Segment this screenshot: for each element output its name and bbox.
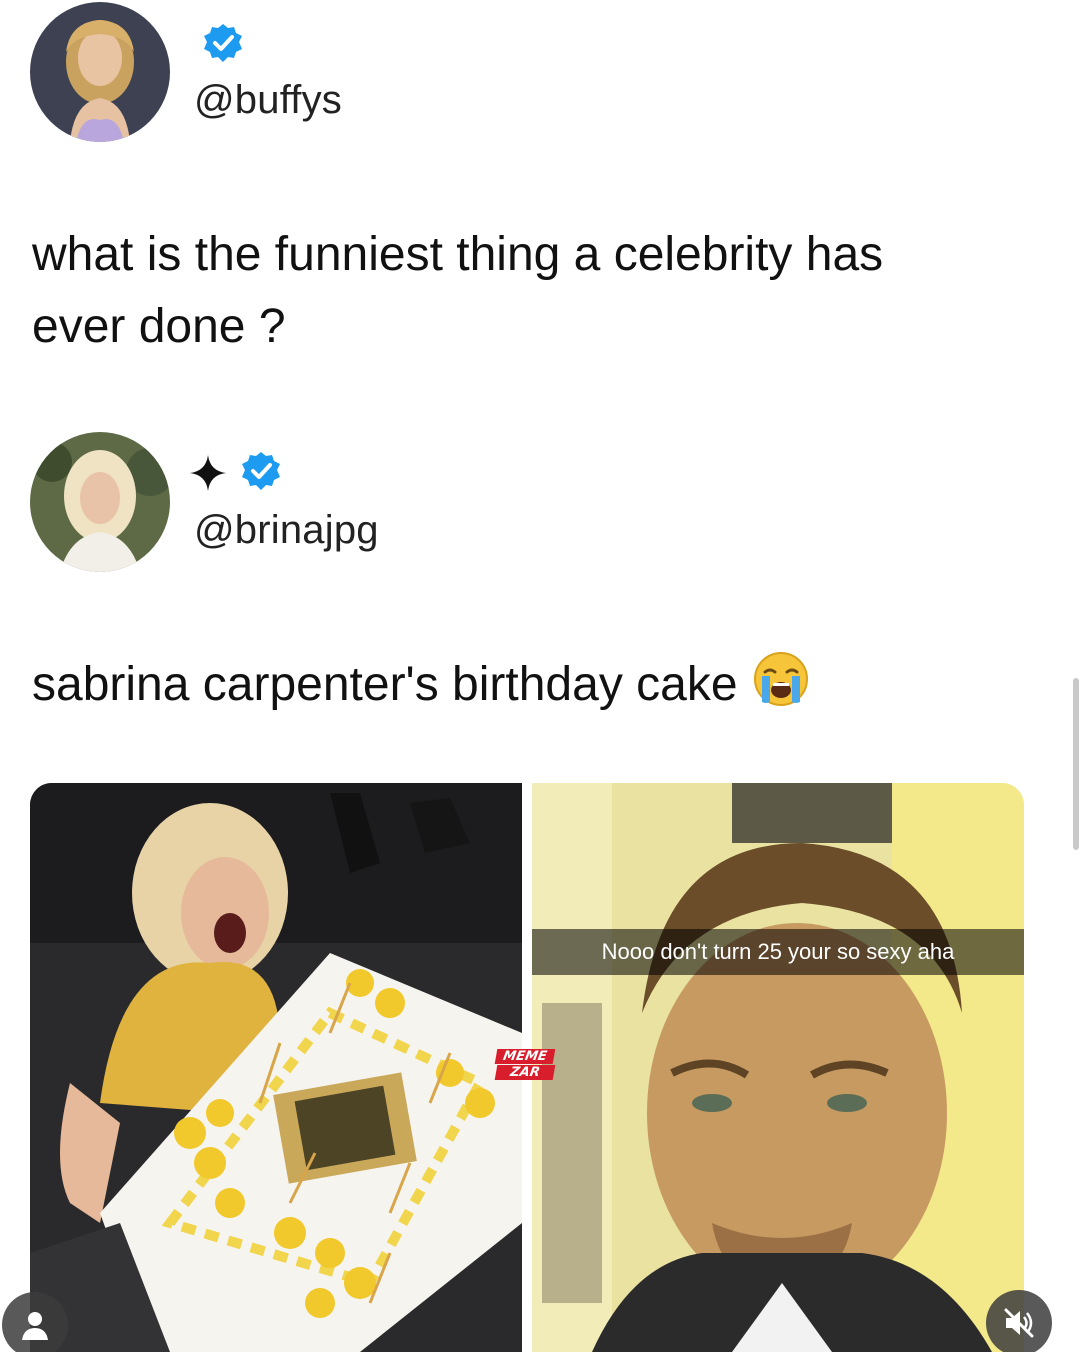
author-avatar-brinajpg[interactable] bbox=[30, 432, 170, 572]
watermark-line-2: ZAR bbox=[494, 1065, 556, 1080]
tweet-text-line-2: ever done ? bbox=[32, 300, 286, 353]
author-handle[interactable]: @buffys bbox=[194, 78, 342, 123]
sparkle-icon bbox=[190, 455, 226, 491]
watermark-line-1: MEME bbox=[494, 1049, 556, 1064]
snapchat-selfie-photo[interactable]: Nooo don't turn 25 your so sexy aha bbox=[532, 783, 1024, 1352]
memezar-watermark-logo: MEME ZAR bbox=[494, 1048, 556, 1082]
birthday-cake-photo[interactable] bbox=[30, 783, 522, 1352]
tagged-users-button[interactable] bbox=[2, 1292, 68, 1352]
author-avatar-buffys[interactable] bbox=[30, 2, 170, 142]
author-handle[interactable]: @brinajpg bbox=[194, 508, 379, 553]
reply-text: sabrina carpenter's birthday cake bbox=[32, 650, 810, 720]
muted-speaker-icon bbox=[1002, 1306, 1036, 1340]
scrollbar[interactable] bbox=[1073, 678, 1079, 850]
tweet-text-line-1: what is the funniest thing a celebrity h… bbox=[32, 228, 884, 281]
verified-badge-icon bbox=[202, 22, 244, 64]
loudly-crying-face-icon bbox=[752, 650, 810, 708]
user-icon bbox=[18, 1308, 52, 1342]
snap-caption: Nooo don't turn 25 your so sexy aha bbox=[532, 929, 1024, 975]
mute-toggle-button[interactable] bbox=[986, 1290, 1052, 1352]
reply-text-content: sabrina carpenter's birthday cake bbox=[32, 658, 738, 711]
verified-badge-icon bbox=[240, 450, 282, 492]
